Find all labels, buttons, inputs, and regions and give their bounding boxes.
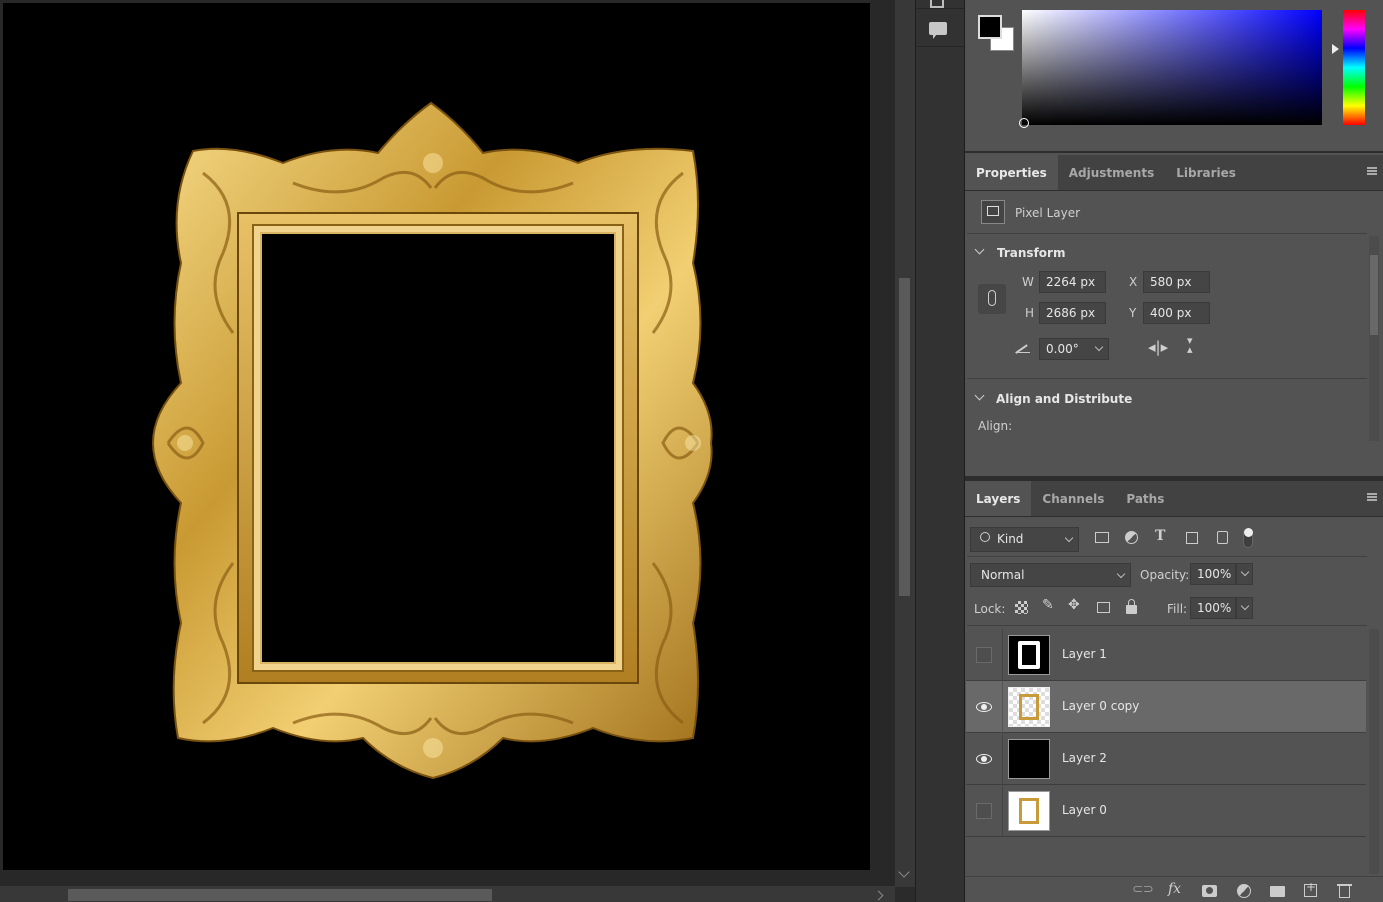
y-position-field[interactable]: 400 px	[1143, 302, 1210, 324]
link-icon	[988, 290, 996, 306]
layers-scrollbar[interactable]	[1369, 629, 1379, 874]
layer-style-fx-icon[interactable]: fx	[1168, 881, 1181, 897]
layer-kind-label: Pixel Layer	[1015, 206, 1081, 220]
opacity-label: Opacity:	[1140, 568, 1190, 582]
properties-scrollbar-thumb[interactable]	[1370, 255, 1378, 335]
layer-name[interactable]: Layer 2	[1062, 751, 1107, 765]
align-label: Align:	[978, 419, 1013, 433]
layers-panel: Layers Channels Paths	[965, 481, 1383, 517]
height-label: H	[1025, 306, 1035, 320]
fill-field[interactable]: 100%	[1190, 597, 1236, 619]
layers-tab-bar: Layers Channels Paths	[965, 481, 1383, 517]
lock-artboard-icon[interactable]	[1097, 602, 1110, 613]
flip-horizontal-icon[interactable]: ◂|▸	[1148, 338, 1168, 356]
lock-transparent-pixels-icon[interactable]	[1015, 601, 1028, 614]
filter-type-icon[interactable]: T	[1155, 528, 1165, 544]
visibility-toggle-off[interactable]	[976, 647, 992, 663]
tab-paths[interactable]: Paths	[1115, 481, 1175, 516]
layer-name[interactable]: Layer 0 copy	[1062, 699, 1139, 713]
eye-icon[interactable]	[976, 699, 992, 715]
fill-label: Fill:	[1167, 602, 1188, 616]
transform-section-title: Transform	[997, 246, 1066, 260]
vertical-scrollbar-thumb[interactable]	[899, 278, 910, 596]
layer-thumbnail	[1008, 687, 1050, 727]
flip-vertical-icon[interactable]: ▾ ▴	[1187, 335, 1193, 355]
eye-icon[interactable]	[976, 751, 992, 767]
lock-position-icon[interactable]: ✥	[1068, 597, 1080, 613]
color-picker-cursor	[1019, 118, 1029, 128]
filter-smart-object-icon[interactable]	[1217, 531, 1228, 544]
ornate-gold-frame-image	[151, 101, 713, 780]
tab-properties[interactable]: Properties	[965, 155, 1058, 190]
image-icon	[987, 206, 999, 216]
search-icon	[980, 532, 990, 542]
visibility-toggle-off[interactable]	[976, 803, 992, 819]
lock-image-pixels-icon[interactable]: ✎	[1042, 597, 1054, 613]
link-layers-icon[interactable]: ⊂⊃	[1132, 882, 1154, 897]
new-adjustment-layer-icon[interactable]	[1237, 884, 1251, 898]
new-group-folder-icon[interactable]	[1270, 886, 1285, 897]
layer-row[interactable]: Layer 1	[966, 629, 1366, 681]
tab-layers[interactable]: Layers	[965, 481, 1032, 516]
width-field[interactable]: 2264 px	[1039, 271, 1106, 293]
height-field[interactable]: 2686 px	[1039, 302, 1106, 324]
history-icon[interactable]	[930, 0, 944, 8]
horizontal-scrollbar-thumb[interactable]	[68, 889, 492, 901]
layer-row[interactable]: Layer 2	[966, 733, 1366, 785]
panel-icon-strip	[915, 0, 965, 902]
layer-name[interactable]: Layer 0	[1062, 803, 1107, 817]
x-position-field[interactable]: 580 px	[1143, 271, 1210, 293]
hue-slider[interactable]	[1343, 10, 1365, 125]
properties-tab-bar: Properties Adjustments Libraries	[965, 155, 1383, 191]
blend-mode-value: Normal	[981, 568, 1025, 582]
color-saturation-field[interactable]	[1022, 10, 1322, 125]
lock-label: Lock:	[974, 602, 1006, 616]
layer-row-selected[interactable]: Layer 0 copy	[966, 681, 1366, 733]
filter-adjustment-icon[interactable]	[1125, 531, 1138, 544]
layer-row[interactable]: Layer 0	[966, 785, 1366, 837]
filter-shape-icon[interactable]	[1186, 532, 1198, 544]
layer-thumbnail	[1008, 791, 1050, 831]
layers-panel-menu-icon[interactable]	[1367, 493, 1377, 501]
filter-kind-value: Kind	[997, 532, 1024, 546]
layer-thumbnail	[1008, 739, 1050, 779]
tab-channels[interactable]: Channels	[1031, 481, 1115, 516]
delete-layer-trash-icon[interactable]	[1339, 886, 1350, 898]
comments-icon[interactable]	[929, 22, 947, 35]
document-canvas[interactable]	[3, 3, 870, 870]
tab-libraries[interactable]: Libraries	[1165, 155, 1247, 190]
layer-thumbnail	[1008, 635, 1050, 675]
hue-slider-pointer-icon[interactable]	[1332, 44, 1339, 54]
y-label: Y	[1129, 306, 1137, 320]
align-section-title: Align and Distribute	[996, 392, 1133, 406]
filter-pixel-icon[interactable]	[1095, 532, 1109, 543]
tab-adjustments[interactable]: Adjustments	[1058, 155, 1165, 190]
layer-name[interactable]: Layer 1	[1062, 647, 1107, 661]
blend-mode-select[interactable]: Normal	[970, 563, 1131, 587]
opacity-field[interactable]: 100%	[1190, 563, 1236, 585]
width-label: W	[1022, 275, 1034, 289]
foreground-color-swatch[interactable]	[978, 15, 1002, 39]
x-label: X	[1129, 275, 1138, 289]
properties-panel: Properties Adjustments Libraries	[965, 155, 1383, 191]
panel-menu-icon[interactable]	[1367, 167, 1377, 175]
